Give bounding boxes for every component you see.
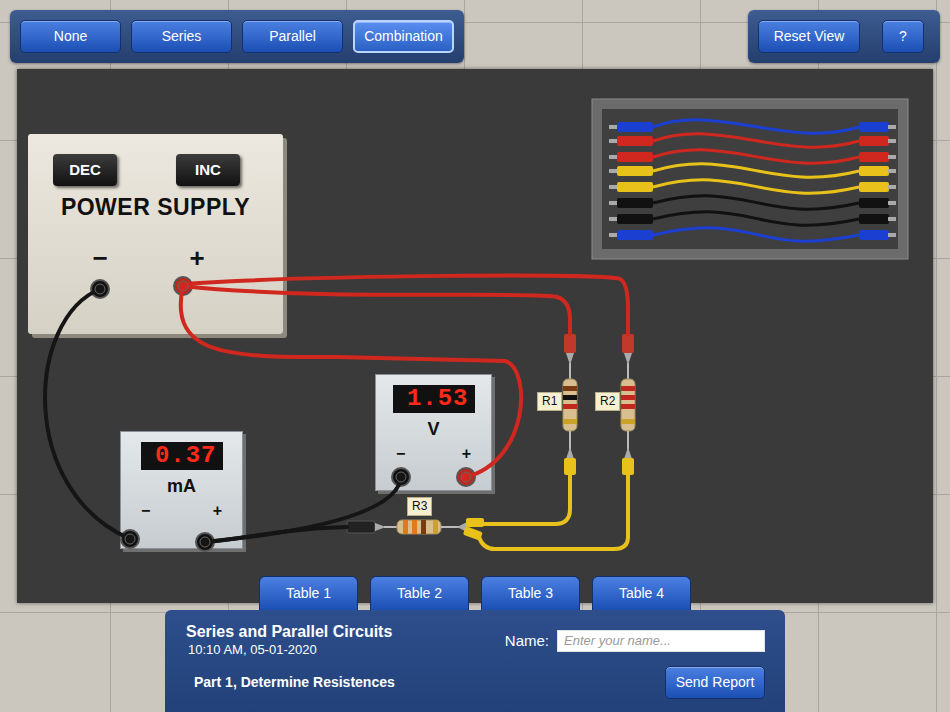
spare-wire[interactable] [609, 120, 896, 133]
color-band [621, 395, 635, 400]
color-band [621, 386, 635, 391]
wire[interactable] [479, 473, 628, 549]
wire[interactable] [183, 276, 628, 334]
circuit-mode-toolbar: None Series Parallel Combination [10, 10, 464, 63]
color-band [412, 520, 417, 534]
color-band [433, 520, 438, 534]
positive-terminal-label: + [182, 243, 212, 273]
table-tab[interactable]: Table 1 [259, 576, 358, 610]
power-supply-title: POWER SUPPLY [28, 193, 283, 221]
table-tab[interactable]: Table 3 [481, 576, 580, 610]
section-title: Part 1, Determine Resistences [186, 672, 395, 693]
resistor-label: R3 [407, 497, 432, 516]
color-band [563, 395, 577, 400]
color-band [563, 404, 577, 409]
negative-terminal-label: − [141, 501, 150, 521]
plug[interactable] [95, 284, 105, 294]
spare-wire[interactable] [609, 196, 896, 209]
mode-button[interactable]: None [20, 20, 121, 53]
view-toolbar: Reset View? [748, 10, 940, 63]
spare-wire[interactable] [609, 164, 896, 177]
color-band [621, 404, 635, 409]
resistor[interactable] [563, 334, 577, 475]
mode-button[interactable]: Parallel [242, 20, 343, 53]
resistor-label: R1 [537, 392, 562, 411]
report-timestamp: 10:10 AM, 05-01-2020 [186, 642, 392, 658]
voltmeter-display: 1.53 [393, 385, 475, 413]
power-supply: DEC INC POWER SUPPLY − + [28, 134, 283, 334]
positive-terminal-label: + [462, 444, 471, 464]
color-band [563, 419, 577, 424]
negative-terminal-label: − [396, 444, 405, 464]
wire-tray[interactable] [592, 99, 908, 259]
table-tabs: Table 1 Table 2 Table 3 Table 4 [0, 576, 950, 610]
spare-wire[interactable] [609, 212, 896, 225]
plug[interactable] [178, 281, 188, 291]
circuit-wiring [17, 69, 933, 604]
report-title: Series and Parallel Circuits [186, 622, 392, 642]
ammeter-display: 0.37 [141, 442, 223, 470]
reset-view-button[interactable]: Reset View [758, 20, 860, 53]
color-band [421, 520, 426, 534]
resistor[interactable] [621, 334, 635, 475]
resistor[interactable] [347, 518, 484, 541]
mode-button[interactable]: Combination [353, 20, 454, 53]
name-label: Name: [505, 630, 549, 653]
positive-terminal-label: + [213, 501, 222, 521]
send-report-button[interactable]: Send Report [665, 666, 765, 699]
wire[interactable] [45, 289, 130, 539]
color-band [563, 386, 577, 391]
help-button[interactable]: ? [882, 20, 924, 53]
plug[interactable] [461, 472, 471, 482]
negative-terminal-label: − [85, 243, 115, 273]
table-tab[interactable]: Table 2 [370, 576, 469, 610]
spare-wire[interactable] [609, 134, 896, 147]
color-band [621, 419, 635, 424]
plug[interactable] [125, 534, 135, 544]
ammeter-unit: mA [167, 475, 196, 497]
mode-button[interactable]: Series [131, 20, 232, 53]
spare-wire[interactable] [609, 150, 896, 163]
report-panel: Series and Parallel Circuits 10:10 AM, 0… [165, 610, 785, 712]
terminal-knob[interactable] [91, 280, 109, 298]
color-band [403, 520, 408, 534]
table-tab[interactable]: Table 4 [592, 576, 691, 610]
name-input[interactable] [557, 630, 765, 652]
lab-bench: DEC INC POWER SUPPLY − + 1.53 V − + 0.37… [17, 69, 933, 603]
wire[interactable] [181, 286, 521, 477]
wire[interactable] [205, 477, 401, 542]
increase-button[interactable]: INC [176, 154, 240, 186]
voltmeter-unit: V [427, 418, 439, 440]
wire[interactable] [183, 286, 570, 334]
wire[interactable] [483, 473, 570, 524]
plug[interactable] [396, 472, 406, 482]
terminal-knob[interactable] [121, 530, 139, 548]
decrease-button[interactable]: DEC [53, 154, 117, 186]
spare-wire[interactable] [609, 180, 896, 193]
plug[interactable] [200, 537, 210, 547]
spare-wire[interactable] [609, 228, 896, 241]
resistor-label: R2 [595, 392, 620, 411]
ammeter: 0.37 mA − + [120, 431, 243, 549]
